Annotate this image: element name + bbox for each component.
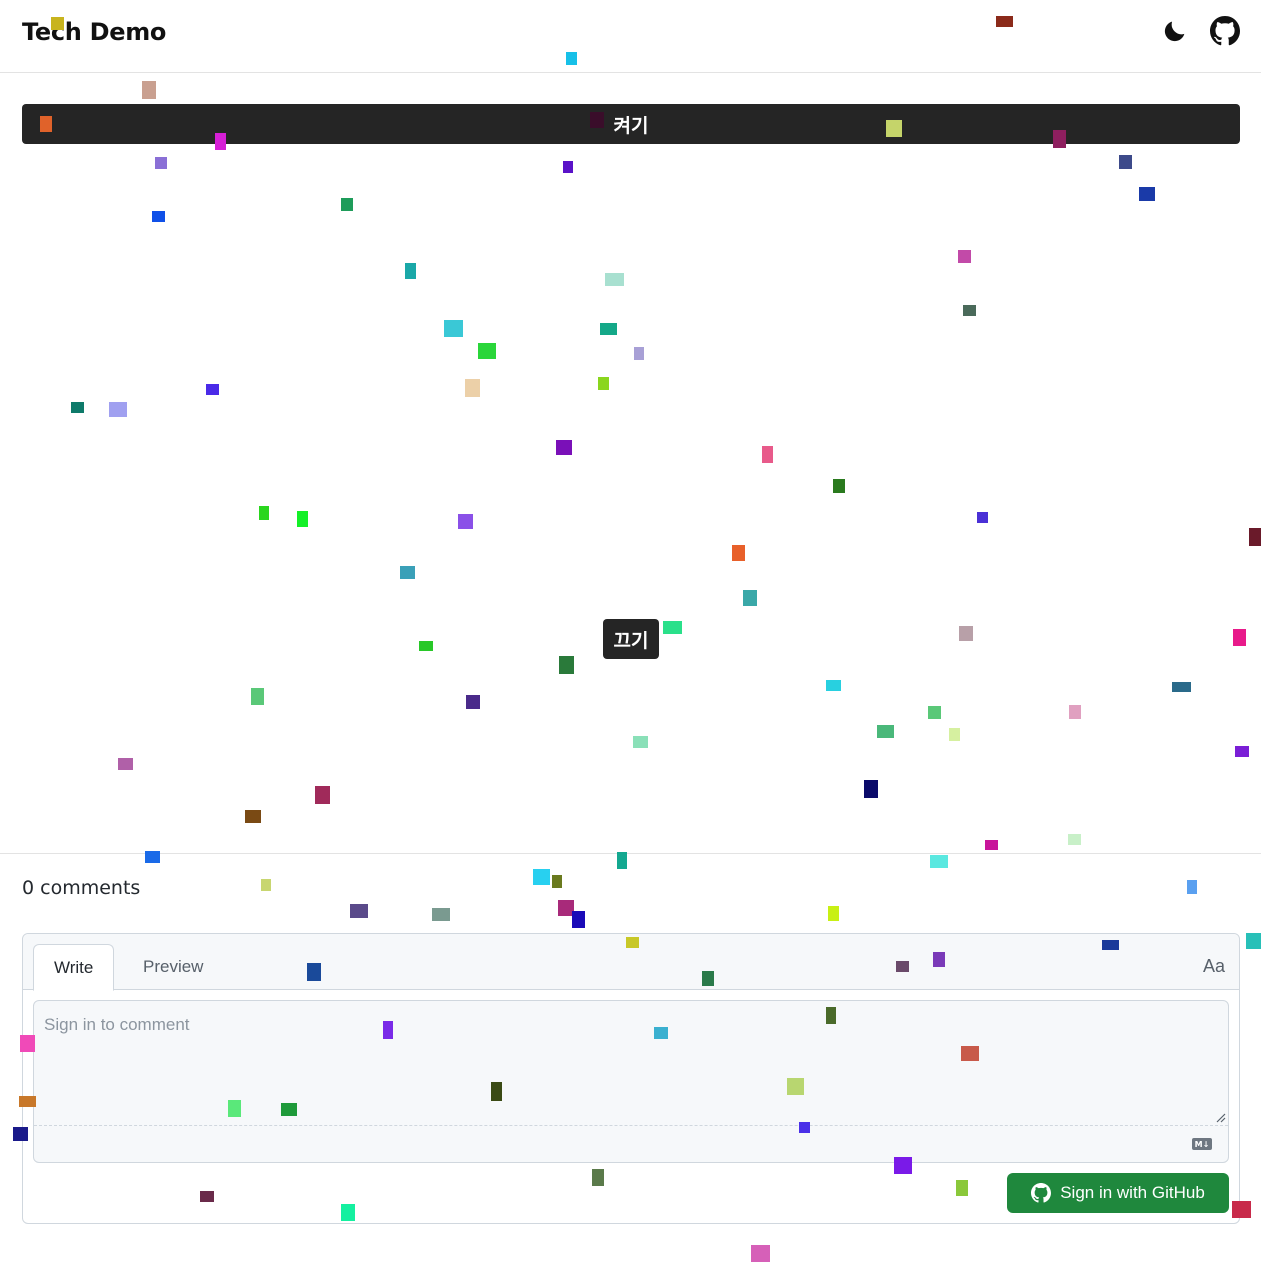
confetti-piece xyxy=(930,855,948,868)
confetti-piece xyxy=(732,545,745,561)
confetti-piece xyxy=(261,879,271,891)
confetti-piece xyxy=(833,479,845,493)
confetti-piece xyxy=(1249,528,1261,546)
confetti-piece xyxy=(928,706,941,719)
confetti-piece xyxy=(251,688,264,705)
github-icon xyxy=(1210,16,1240,46)
header-actions xyxy=(1159,15,1241,47)
moon-icon xyxy=(1164,21,1185,42)
confetti-piece xyxy=(1069,705,1081,719)
confetti-piece xyxy=(533,869,550,885)
confetti-piece xyxy=(71,402,84,413)
confetti-piece xyxy=(1172,682,1191,692)
confetti-piece xyxy=(1235,746,1249,757)
format-toggle-button[interactable]: Aa xyxy=(1203,956,1225,977)
comments-count: 0 comments xyxy=(22,877,141,899)
confetti-piece xyxy=(634,347,644,360)
confetti-piece xyxy=(465,379,480,397)
confetti-piece xyxy=(1139,187,1155,201)
confetti-piece xyxy=(142,81,156,99)
confetti-piece xyxy=(617,852,627,869)
confetti-piece xyxy=(297,511,308,527)
confetti-piece xyxy=(552,875,562,888)
confetti-piece xyxy=(1246,933,1261,949)
confetti-piece xyxy=(949,728,960,741)
signin-github-button[interactable]: Sign in with GitHub xyxy=(1007,1173,1229,1213)
confetti-piece xyxy=(600,323,617,335)
confetti-piece xyxy=(458,514,473,529)
confetti-piece xyxy=(743,590,757,606)
confetti-piece xyxy=(559,656,574,674)
confetti-on-button[interactable]: 켜기 xyxy=(22,104,1240,144)
confetti-piece xyxy=(155,157,167,169)
confetti-piece xyxy=(350,904,368,918)
confetti-piece xyxy=(605,273,624,286)
github-icon xyxy=(1031,1183,1052,1203)
confetti-piece xyxy=(963,305,976,316)
confetti-piece xyxy=(1068,834,1081,845)
confetti-piece xyxy=(419,641,433,651)
confetti-piece xyxy=(958,250,971,263)
confetti-piece xyxy=(206,384,219,395)
confetti-piece xyxy=(959,626,973,641)
site-title[interactable]: Tech Demo xyxy=(22,18,166,46)
signin-label: Sign in with GitHub xyxy=(1060,1183,1205,1202)
confetti-piece xyxy=(259,506,269,520)
resize-grip-icon[interactable] xyxy=(1214,1111,1226,1123)
confetti-piece xyxy=(977,512,988,523)
confetti-piece xyxy=(118,758,133,770)
confetti-piece xyxy=(826,680,841,691)
confetti-piece xyxy=(341,198,353,211)
section-divider xyxy=(0,853,1261,854)
confetti-piece xyxy=(444,320,463,337)
confetti-piece xyxy=(478,343,496,359)
confetti-piece xyxy=(762,446,773,463)
confetti-piece xyxy=(864,780,878,798)
confetti-piece xyxy=(245,810,261,823)
confetti-piece xyxy=(432,908,450,921)
confetti-piece xyxy=(751,1245,770,1262)
confetti-piece xyxy=(1233,629,1246,646)
confetti-piece xyxy=(405,263,416,279)
site-header: Tech Demo xyxy=(0,0,1261,73)
comment-editor: Write Preview Aa M↓ Sign in with GitHub xyxy=(22,933,1240,1224)
confetti-off-button[interactable]: 끄기 xyxy=(603,619,659,659)
confetti-piece xyxy=(109,402,127,417)
confetti-piece xyxy=(598,377,609,390)
confetti-piece xyxy=(877,725,894,738)
confetti-piece xyxy=(466,695,480,709)
comment-textarea[interactable] xyxy=(34,1001,1228,1125)
confetti-piece xyxy=(152,211,165,222)
confetti-piece xyxy=(1187,880,1197,894)
confetti-piece xyxy=(663,621,682,634)
tab-preview[interactable]: Preview xyxy=(123,944,223,990)
confetti-piece xyxy=(1119,155,1132,169)
markdown-strip: M↓ xyxy=(34,1125,1228,1163)
editor-tabbar: Write Preview Aa xyxy=(23,934,1239,991)
confetti-piece xyxy=(556,440,572,455)
confetti-piece xyxy=(572,911,585,928)
comment-input-box: M↓ xyxy=(33,1000,1229,1163)
confetti-piece xyxy=(828,906,839,921)
confetti-piece xyxy=(563,161,573,173)
github-link[interactable] xyxy=(1209,15,1241,47)
theme-toggle-button[interactable] xyxy=(1159,15,1191,47)
markdown-icon[interactable]: M↓ xyxy=(1192,1138,1212,1150)
tab-write[interactable]: Write xyxy=(33,944,115,991)
confetti-piece xyxy=(315,786,330,804)
confetti-piece xyxy=(400,566,415,579)
confetti-piece xyxy=(558,900,574,916)
confetti-piece xyxy=(633,736,648,748)
confetti-piece xyxy=(985,840,998,850)
